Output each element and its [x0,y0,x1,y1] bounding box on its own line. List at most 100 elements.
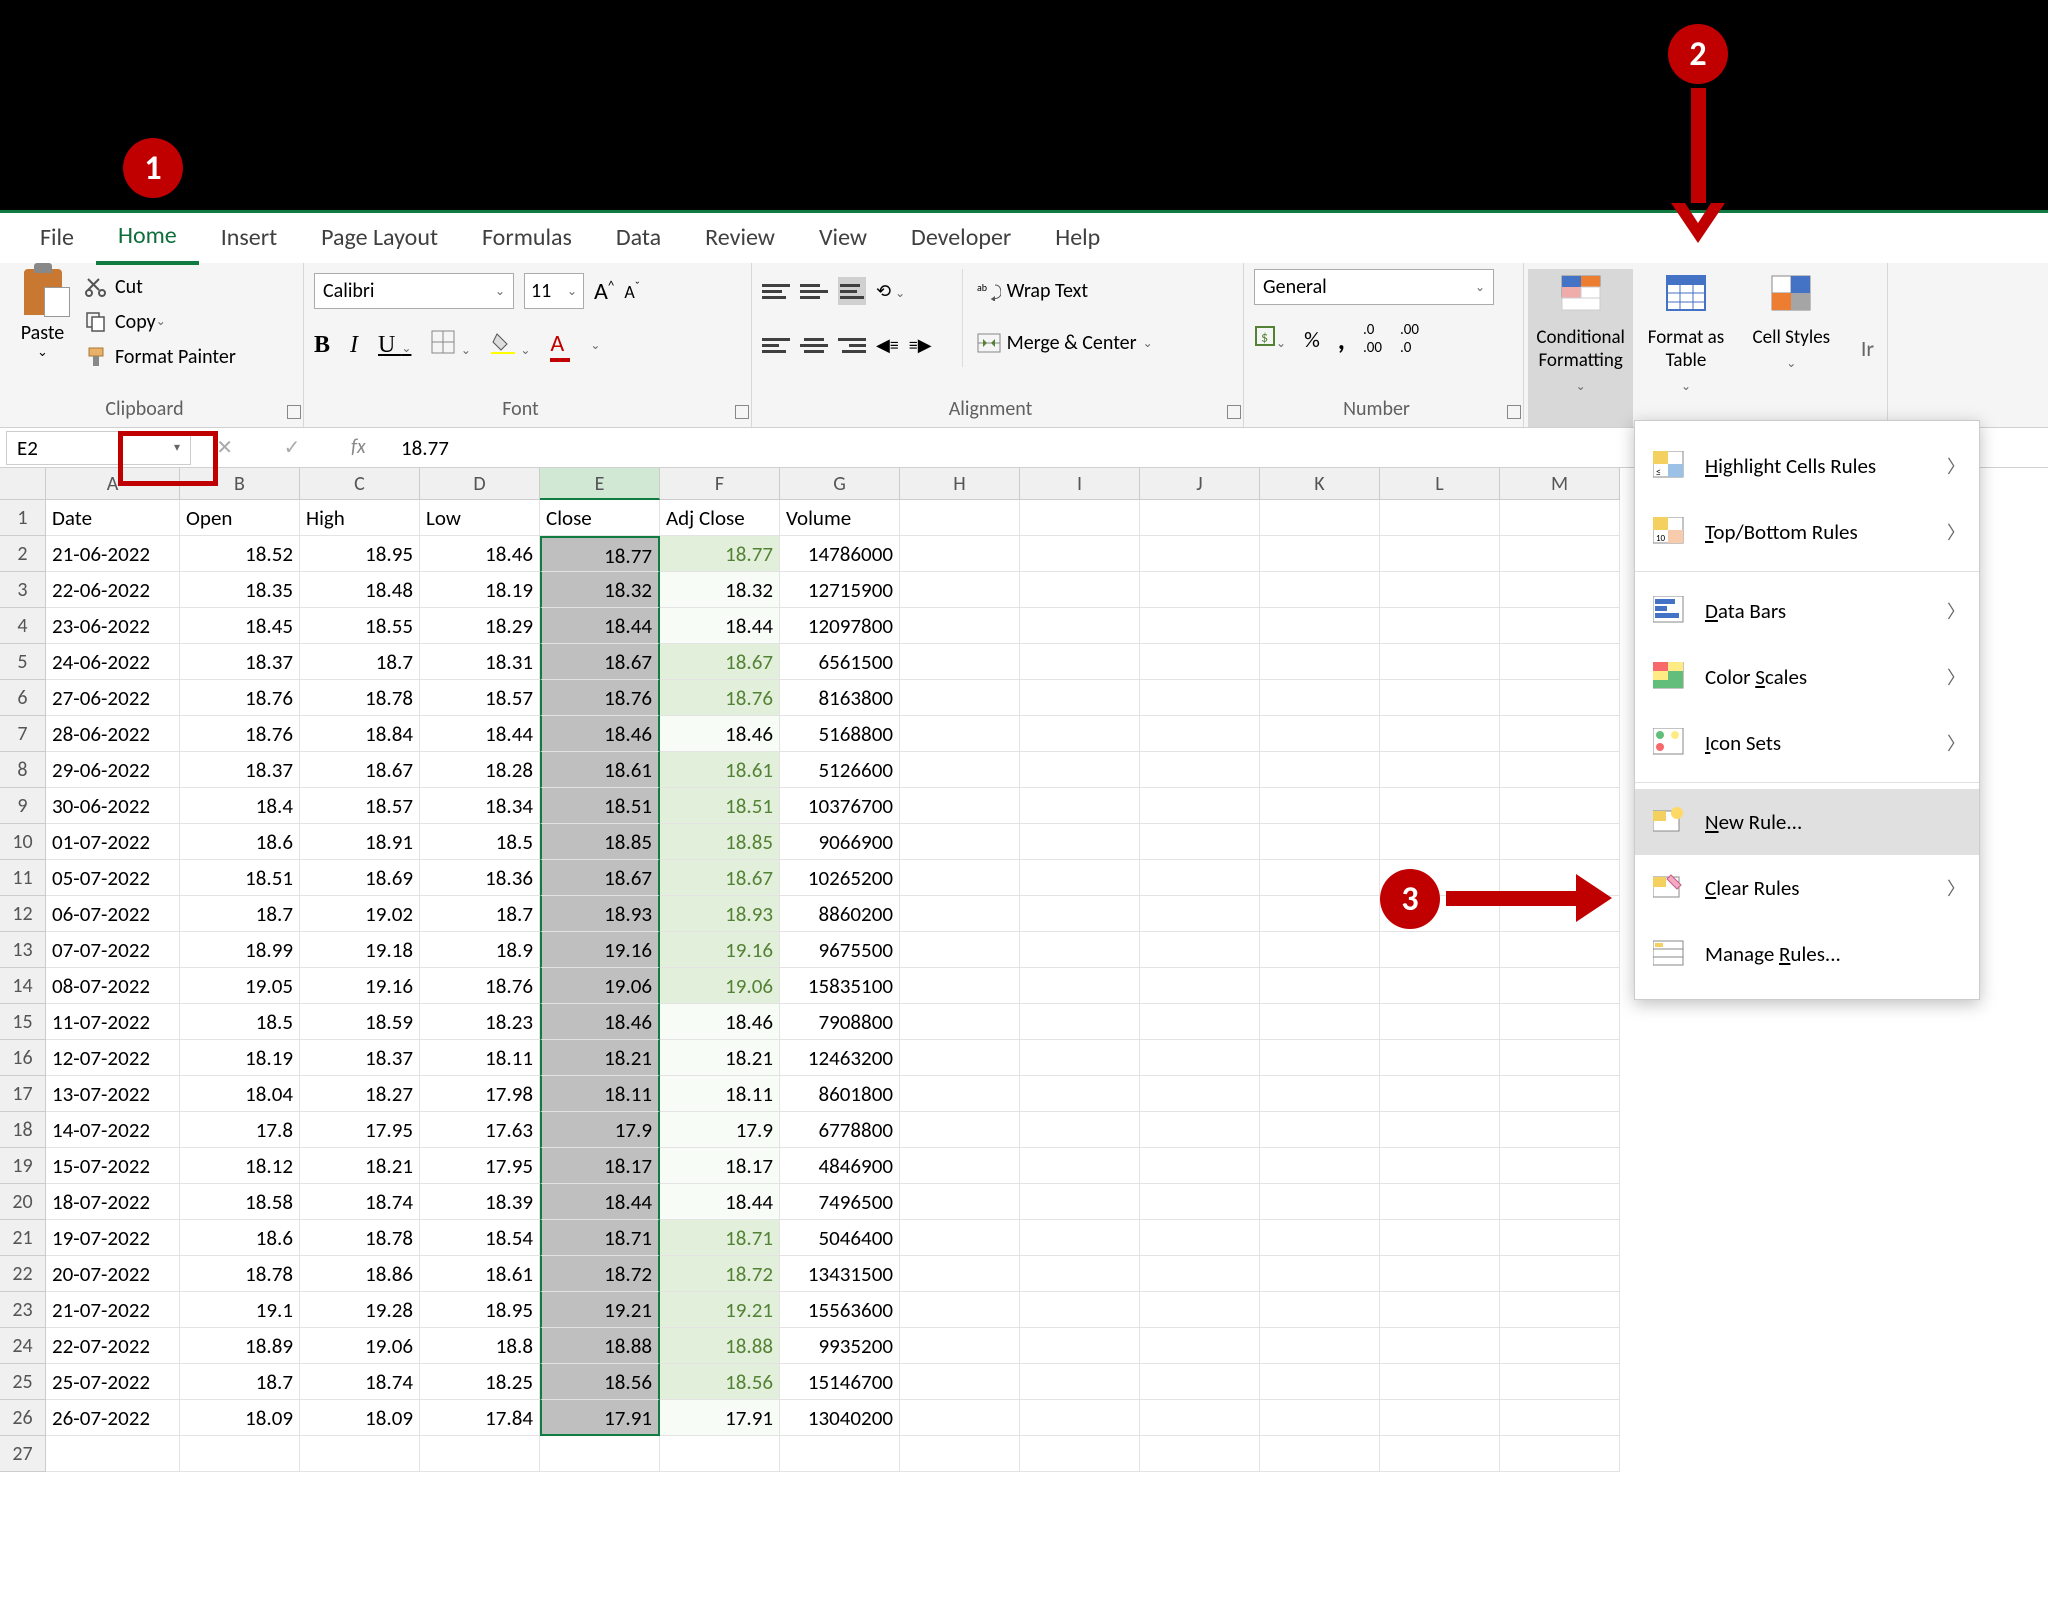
cell[interactable] [1140,1292,1260,1328]
cell[interactable]: 18.29 [420,608,540,644]
cell[interactable]: 18.44 [420,716,540,752]
cell[interactable] [1020,572,1140,608]
cell[interactable] [1020,716,1140,752]
cell[interactable]: 12463200 [780,1040,900,1076]
cell[interactable] [1140,1220,1260,1256]
cell[interactable] [900,680,1020,716]
cell[interactable]: 18.21 [300,1148,420,1184]
cell[interactable]: 19.18 [300,932,420,968]
cell[interactable] [1500,824,1620,860]
cell[interactable]: 01-07-2022 [46,824,180,860]
cell[interactable]: 22-06-2022 [46,572,180,608]
wrap-text-button[interactable]: ab Wrap Text [977,269,1153,313]
col-header-H[interactable]: H [900,468,1020,500]
tab-formulas[interactable]: Formulas [460,213,594,263]
cell[interactable] [1140,1004,1260,1040]
cell[interactable]: 8601800 [780,1076,900,1112]
cell[interactable] [900,1040,1020,1076]
cell[interactable] [1260,824,1380,860]
cell[interactable]: 18.78 [180,1256,300,1292]
cell[interactable] [1380,1256,1500,1292]
cell[interactable]: 17.91 [660,1400,780,1436]
cell[interactable]: 18.11 [420,1040,540,1076]
cell[interactable] [1260,500,1380,536]
align-middle-button[interactable] [800,277,828,305]
cell[interactable] [1020,896,1140,932]
cell[interactable] [900,1076,1020,1112]
cell[interactable] [1380,752,1500,788]
cell[interactable]: 18.76 [540,680,660,716]
cell[interactable]: 19.02 [300,896,420,932]
cell[interactable] [1380,1436,1500,1472]
cell[interactable] [1260,1112,1380,1148]
row-header[interactable]: 3 [0,572,46,608]
cell[interactable]: 18.5 [420,824,540,860]
cell[interactable] [1140,1400,1260,1436]
col-header-I[interactable]: I [1020,468,1140,500]
cell[interactable]: 19.16 [660,932,780,968]
cell[interactable]: 15835100 [780,968,900,1004]
cell[interactable] [1260,1292,1380,1328]
cell[interactable]: 9935200 [780,1328,900,1364]
cell[interactable] [1020,1184,1140,1220]
cell[interactable]: 18.71 [540,1220,660,1256]
row-header[interactable]: 2 [0,536,46,572]
cell[interactable]: 18.21 [660,1040,780,1076]
cell[interactable]: 18.37 [300,1040,420,1076]
cell[interactable] [1020,608,1140,644]
cell[interactable]: 7908800 [780,1004,900,1040]
cell[interactable]: 19.05 [180,968,300,1004]
cell[interactable] [1020,644,1140,680]
cell[interactable]: 18.74 [300,1364,420,1400]
row-header[interactable]: 22 [0,1256,46,1292]
cell[interactable]: 12-07-2022 [46,1040,180,1076]
cell[interactable]: 20-07-2022 [46,1256,180,1292]
cell[interactable] [1020,1040,1140,1076]
menu-color-scales[interactable]: Color Scales〉 [1635,644,1979,710]
cell[interactable]: 18.7 [420,896,540,932]
cell[interactable] [1140,572,1260,608]
cell[interactable] [900,1112,1020,1148]
cell[interactable]: 18.59 [300,1004,420,1040]
align-right-button[interactable] [838,331,866,359]
cell[interactable] [1500,932,1620,968]
cell[interactable] [900,968,1020,1004]
col-header-C[interactable]: C [300,468,420,500]
menu-top-bottom-rules[interactable]: 10 Top/Bottom Rules〉 [1635,499,1979,565]
cell[interactable]: 18.84 [300,716,420,752]
cell[interactable] [1380,608,1500,644]
cell[interactable] [1140,896,1260,932]
number-format-select[interactable]: General⌄ [1254,269,1494,305]
cell[interactable] [1260,752,1380,788]
cell[interactable] [900,896,1020,932]
cell[interactable] [1380,932,1500,968]
cell[interactable] [900,932,1020,968]
cell[interactable]: 26-07-2022 [46,1400,180,1436]
cell[interactable]: 18.8 [420,1328,540,1364]
row-header[interactable]: 7 [0,716,46,752]
font-color-button[interactable]: A [550,329,570,362]
cell[interactable]: 18.32 [660,572,780,608]
cell[interactable] [1140,500,1260,536]
cell[interactable]: 19.1 [180,1292,300,1328]
cell[interactable] [1260,680,1380,716]
accounting-format-button[interactable]: $⌄ [1254,325,1286,353]
cell[interactable] [1260,536,1380,572]
row-header[interactable]: 21 [0,1220,46,1256]
cell[interactable]: 18.39 [420,1184,540,1220]
cell[interactable]: 18.58 [180,1184,300,1220]
cell[interactable] [1380,1148,1500,1184]
cell[interactable]: 18.37 [180,644,300,680]
cell[interactable] [1380,788,1500,824]
cell[interactable] [1500,1184,1620,1220]
tab-data[interactable]: Data [594,213,683,263]
cell[interactable] [900,500,1020,536]
cell[interactable] [1500,608,1620,644]
cell[interactable] [1500,1040,1620,1076]
cell[interactable] [1260,1184,1380,1220]
cell[interactable] [1260,1040,1380,1076]
cell[interactable]: 18.6 [180,824,300,860]
cell[interactable]: 10265200 [780,860,900,896]
cell[interactable] [1380,1220,1500,1256]
col-header-G[interactable]: G [780,468,900,500]
